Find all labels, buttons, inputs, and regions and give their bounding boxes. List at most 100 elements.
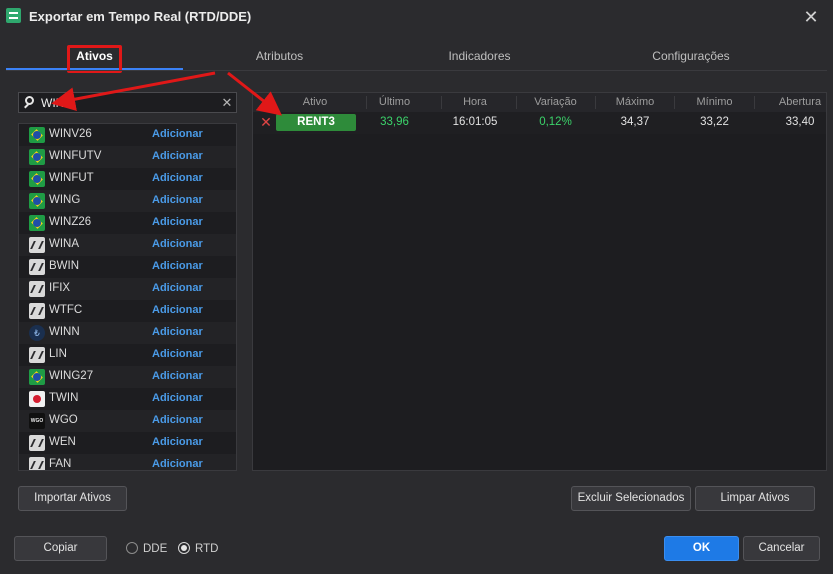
asset-symbol: WTFC bbox=[49, 304, 83, 316]
asset-symbol: TWIN bbox=[49, 392, 79, 404]
asset-list-item[interactable]: WGO Adicionar bbox=[19, 410, 236, 432]
search-input[interactable] bbox=[41, 95, 211, 110]
table-row[interactable]: ✕ RENT3 33,96 16:01:05 0,12% 34,37 33,22… bbox=[253, 112, 826, 134]
add-asset-link[interactable]: Adicionar bbox=[152, 128, 203, 140]
window-title: Exportar em Tempo Real (RTD/DDE) bbox=[29, 9, 252, 24]
add-asset-link[interactable]: Adicionar bbox=[152, 238, 203, 250]
add-asset-link[interactable]: Adicionar bbox=[152, 436, 203, 448]
column-header-ultimo[interactable]: Último bbox=[367, 96, 422, 108]
add-asset-link[interactable]: Adicionar bbox=[152, 172, 203, 184]
column-header-abertura[interactable]: Abertura bbox=[765, 96, 826, 108]
import-assets-button[interactable]: Importar Ativos bbox=[18, 486, 127, 511]
close-window-button[interactable]: ✕ bbox=[800, 6, 822, 28]
index-icon bbox=[29, 281, 45, 297]
company-logo-icon bbox=[29, 391, 45, 407]
cell-abertura: 33,40 bbox=[785, 116, 815, 128]
search-box: ✕ bbox=[18, 92, 237, 113]
ok-button[interactable]: OK bbox=[664, 536, 739, 561]
asset-list-item[interactable]: WING Adicionar bbox=[19, 190, 236, 212]
index-icon bbox=[29, 237, 45, 253]
asset-list-item[interactable]: BWIN Adicionar bbox=[19, 256, 236, 278]
remove-asset-icon[interactable]: ✕ bbox=[259, 115, 273, 129]
column-header-maximo[interactable]: Máximo bbox=[596, 96, 674, 108]
column-header-ativo[interactable]: Ativo bbox=[283, 96, 347, 108]
asset-list-item[interactable]: WINFUTV Adicionar bbox=[19, 146, 236, 168]
asset-symbol: WINV26 bbox=[49, 128, 92, 140]
add-asset-link[interactable]: Adicionar bbox=[152, 326, 203, 338]
clear-search-icon[interactable]: ✕ bbox=[219, 94, 235, 111]
asset-list-item[interactable]: WINFUT Adicionar bbox=[19, 168, 236, 190]
tab-indicadores[interactable]: Indicadores bbox=[391, 49, 568, 69]
cell-maximo: 34,37 bbox=[620, 116, 650, 128]
asset-symbol: WINFUT bbox=[49, 172, 94, 184]
add-asset-link[interactable]: Adicionar bbox=[152, 458, 203, 470]
asset-list-item[interactable]: LIN Adicionar bbox=[19, 344, 236, 366]
dde-radio[interactable] bbox=[126, 542, 138, 554]
asset-list-item[interactable]: WEN Adicionar bbox=[19, 432, 236, 454]
asset-list-item[interactable]: TWIN Adicionar bbox=[19, 388, 236, 410]
clear-assets-button[interactable]: Limpar Ativos bbox=[695, 486, 815, 511]
asset-symbol: WINZ26 bbox=[49, 216, 92, 228]
brazil-flag-icon bbox=[29, 369, 45, 385]
table-header: Ativo Último Hora Variação Máximo Mínimo… bbox=[253, 93, 826, 113]
tabs-divider bbox=[6, 70, 827, 71]
asset-symbol: WINN bbox=[49, 326, 80, 338]
asset-symbol: LIN bbox=[49, 348, 67, 360]
asset-list-item[interactable]: WINZ26 Adicionar bbox=[19, 212, 236, 234]
brazil-flag-icon bbox=[29, 193, 45, 209]
asset-list[interactable]: WINV26 Adicionar WINFUTV Adicionar WINFUT Adi… bbox=[18, 123, 237, 471]
add-asset-link[interactable]: Adicionar bbox=[152, 392, 203, 404]
column-header-hora[interactable]: Hora bbox=[442, 96, 508, 108]
cell-hora: 16:01:05 bbox=[452, 116, 498, 128]
column-header-minimo[interactable]: Mínimo bbox=[675, 96, 754, 108]
cell-minimo: 33,22 bbox=[700, 116, 729, 128]
asset-symbol: WINFUTV bbox=[49, 150, 102, 162]
annotation-highlight-box bbox=[67, 45, 122, 73]
asset-symbol: FAN bbox=[49, 458, 72, 470]
selected-assets-table: Ativo Último Hora Variação Máximo Mínimo… bbox=[252, 92, 827, 471]
asset-symbol: IFIX bbox=[49, 282, 71, 294]
copy-button[interactable]: Copiar bbox=[14, 536, 107, 561]
asset-symbol: WING bbox=[49, 194, 81, 206]
tab-atributos[interactable]: Atributos bbox=[191, 49, 368, 69]
asset-list-item[interactable]: WTFC Adicionar bbox=[19, 300, 236, 322]
cancel-button[interactable]: Cancelar bbox=[743, 536, 820, 561]
rtd-radio-label: RTD bbox=[195, 543, 219, 555]
column-separator bbox=[754, 96, 755, 109]
add-asset-link[interactable]: Adicionar bbox=[152, 304, 203, 316]
add-asset-link[interactable]: Adicionar bbox=[152, 150, 203, 162]
brazil-flag-icon bbox=[29, 215, 45, 231]
search-icon bbox=[25, 96, 34, 105]
asset-list-item[interactable]: IFIX Adicionar bbox=[19, 278, 236, 300]
add-asset-link[interactable]: Adicionar bbox=[152, 260, 203, 272]
add-asset-link[interactable]: Adicionar bbox=[152, 216, 203, 228]
rtd-radio[interactable] bbox=[178, 542, 190, 554]
add-asset-link[interactable]: Adicionar bbox=[152, 348, 203, 360]
tab-configuracoes[interactable]: Configurações bbox=[591, 49, 791, 69]
column-header-variacao[interactable]: Variação bbox=[517, 96, 594, 108]
asset-list-item[interactable]: WINV26 Adicionar bbox=[19, 124, 236, 146]
asset-list-item[interactable]: FAN Adicionar bbox=[19, 454, 236, 470]
delete-selected-button[interactable]: Excluir Selecionados bbox=[571, 486, 691, 511]
cell-ultimo: 33,96 bbox=[380, 116, 409, 128]
wgo-logo-icon bbox=[29, 413, 45, 429]
asset-symbol: WEN bbox=[49, 436, 76, 448]
add-asset-link[interactable]: Adicionar bbox=[152, 282, 203, 294]
asset-symbol: WING27 bbox=[49, 370, 94, 382]
asset-list-item[interactable]: WINA Adicionar bbox=[19, 234, 236, 256]
index-icon bbox=[29, 457, 45, 470]
asset-list-item[interactable]: WING27 Adicionar bbox=[19, 366, 236, 388]
index-icon bbox=[29, 259, 45, 275]
add-asset-link[interactable]: Adicionar bbox=[152, 370, 203, 382]
asset-symbol: BWIN bbox=[49, 260, 80, 272]
brazil-flag-icon bbox=[29, 171, 45, 187]
asset-list-item[interactable]: WINN Adicionar bbox=[19, 322, 236, 344]
dde-radio-label: DDE bbox=[143, 543, 168, 555]
add-asset-link[interactable]: Adicionar bbox=[152, 194, 203, 206]
app-export-icon bbox=[6, 8, 21, 23]
index-icon bbox=[29, 347, 45, 363]
index-icon bbox=[29, 303, 45, 319]
add-asset-link[interactable]: Adicionar bbox=[152, 414, 203, 426]
brazil-flag-icon bbox=[29, 127, 45, 143]
brazil-flag-icon bbox=[29, 149, 45, 165]
